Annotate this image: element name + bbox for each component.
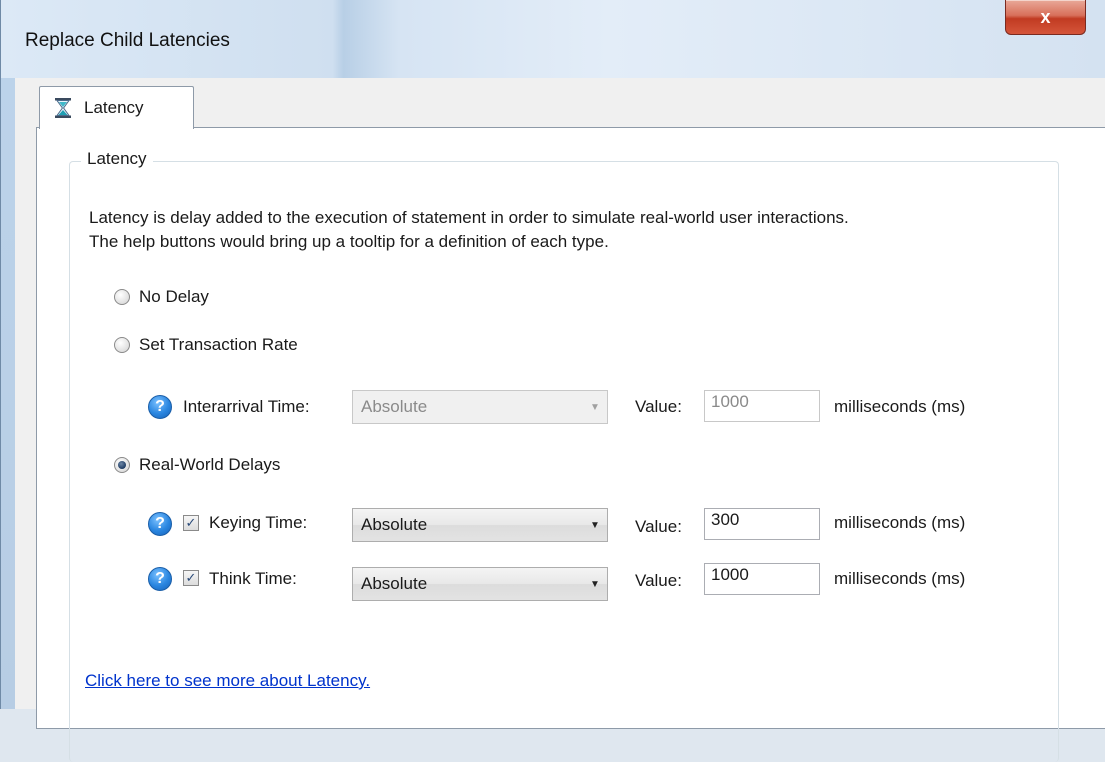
tab-latency-label: Latency	[84, 98, 144, 117]
groupbox-legend: Latency	[81, 149, 153, 169]
close-icon: x	[1040, 6, 1051, 27]
interarrival-mode-select[interactable]: Absolute ▼	[352, 390, 608, 424]
think-checkbox[interactable]: ✓	[183, 570, 199, 586]
keying-value-input[interactable]: 300	[704, 508, 820, 540]
dialog-window: Replace Child Latencies x Latency Latenc…	[0, 0, 1105, 762]
dialog-client-area: Latency Latency Latency is delay added t…	[15, 78, 1105, 762]
chevron-down-icon: ▼	[590, 578, 600, 590]
keying-value-label: Value:	[635, 517, 682, 536]
interarrival-unit-label: milliseconds (ms)	[834, 397, 966, 416]
interarrival-help-icon[interactable]: ?	[148, 395, 172, 419]
tab-latency[interactable]: Latency	[39, 86, 194, 129]
keying-help-icon[interactable]: ?	[148, 512, 172, 536]
description-line-2: The help buttons would bring up a toolti…	[89, 232, 609, 251]
no-delay-radio[interactable]	[114, 289, 130, 305]
interarrival-mode-value: Absolute	[361, 397, 428, 416]
no-delay-option[interactable]: No Delay	[114, 287, 209, 307]
keying-mode-select[interactable]: Absolute ▼	[352, 508, 608, 542]
check-icon: ✓	[185, 570, 197, 585]
interarrival-label: Interarrival Time:	[183, 397, 310, 416]
think-unit-label: milliseconds (ms)	[834, 569, 966, 588]
tab-panel: Latency Latency is delay added to the ex…	[36, 127, 1105, 762]
description-line-1: Latency is delay added to the execution …	[89, 208, 849, 227]
title-bar: Replace Child Latencies x	[1, 0, 1105, 78]
question-mark-glyph: ?	[155, 515, 165, 532]
check-icon: ✓	[185, 515, 197, 530]
think-mode-value: Absolute	[361, 574, 428, 593]
interarrival-value-label: Value:	[635, 397, 682, 416]
question-mark-glyph: ?	[155, 570, 165, 587]
no-delay-label: No Delay	[139, 287, 209, 306]
keying-mode-value: Absolute	[361, 515, 428, 534]
real-world-option[interactable]: Real-World Delays	[114, 455, 280, 475]
interarrival-value-input[interactable]: 1000	[704, 390, 820, 422]
think-value-input[interactable]: 1000	[704, 563, 820, 595]
keying-unit-label: milliseconds (ms)	[834, 513, 966, 532]
keying-checkbox[interactable]: ✓	[183, 515, 199, 531]
real-world-label: Real-World Delays	[139, 455, 281, 474]
transaction-rate-radio[interactable]	[114, 337, 130, 353]
real-world-radio[interactable]	[114, 457, 130, 473]
window-title: Replace Child Latencies	[25, 30, 230, 51]
think-mode-select[interactable]: Absolute ▼	[352, 567, 608, 601]
think-help-icon[interactable]: ?	[148, 567, 172, 591]
more-about-latency-link[interactable]: Click here to see more about Latency.	[85, 671, 370, 691]
hourglass-icon	[55, 98, 71, 118]
question-mark-glyph: ?	[155, 398, 165, 415]
transaction-rate-option[interactable]: Set Transaction Rate	[114, 335, 298, 355]
chevron-down-icon: ▼	[590, 401, 600, 413]
think-value-label: Value:	[635, 571, 682, 590]
transaction-rate-label: Set Transaction Rate	[139, 335, 298, 354]
think-label: Think Time:	[209, 569, 297, 588]
keying-label: Keying Time:	[209, 513, 308, 532]
close-button[interactable]: x	[1005, 0, 1086, 35]
chevron-down-icon: ▼	[590, 519, 600, 531]
